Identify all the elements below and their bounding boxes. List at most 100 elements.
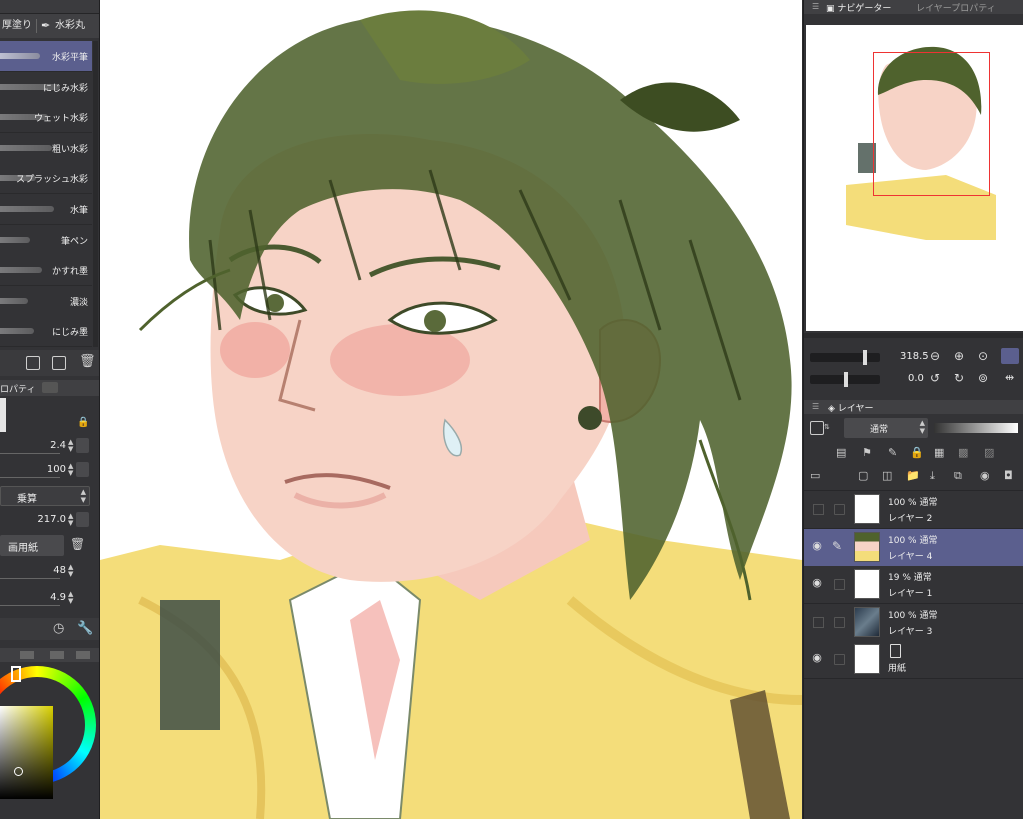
tab-color-slider[interactable]: [50, 651, 64, 659]
opacity-row[interactable]: 100 ▲ ▼: [0, 460, 92, 482]
brush-item[interactable]: スプラッシュ水彩: [0, 163, 92, 195]
tab-layer[interactable]: ◈ レイヤー: [828, 401, 874, 414]
layer-opacity-slider[interactable]: [934, 423, 1018, 433]
drawing-canvas[interactable]: [100, 0, 802, 819]
view-rectangle[interactable]: [873, 52, 990, 196]
rotation-value[interactable]: 0.0: [908, 373, 924, 384]
brush-size-slider[interactable]: [0, 453, 60, 454]
draft-icon[interactable]: ✎: [888, 446, 897, 459]
tab-tool-property[interactable]: ロパティ: [0, 382, 35, 395]
layer-row[interactable]: ◉ ✎ 100 % 通常 レイヤー 4: [804, 528, 1023, 567]
trash-icon[interactable]: 🗑: [79, 354, 96, 369]
new-folder-icon[interactable]: 📁: [906, 469, 920, 482]
brush-item[interactable]: 粗い水彩: [0, 132, 92, 164]
lock-transparency-icon[interactable]: ▦: [934, 446, 944, 459]
fit-window-button[interactable]: [1001, 348, 1019, 364]
zoom-in-icon[interactable]: ⊕: [954, 349, 964, 363]
new-vector-layer-icon[interactable]: ◫: [882, 469, 892, 482]
hue-marker[interactable]: [11, 666, 21, 682]
chevron-updown-icon[interactable]: ⇅: [824, 423, 830, 431]
value-b-row[interactable]: 4.9 ▲ ▼: [0, 588, 92, 610]
menu-icon[interactable]: ☰: [812, 2, 819, 11]
value-a[interactable]: 48: [53, 565, 66, 576]
rotate-right-icon[interactable]: ↻: [954, 371, 964, 385]
layer-mask-icon[interactable]: ◉: [980, 469, 990, 482]
wrench-icon[interactable]: 🔧: [77, 621, 93, 636]
opacity-settings-button[interactable]: [76, 462, 89, 477]
chevron-updown-icon[interactable]: ▲ ▼: [68, 591, 74, 605]
layer-lock-toggle[interactable]: [834, 654, 845, 665]
brush-size-row[interactable]: 2.4 ▲ ▼: [0, 436, 92, 458]
lock-icon[interactable]: 🔒: [77, 417, 89, 428]
zoom-out-icon[interactable]: ⊖: [930, 349, 940, 363]
zoom-value[interactable]: 318.5: [900, 351, 929, 362]
saturation-value-square[interactable]: [0, 706, 53, 799]
brush-item[interactable]: 筆ペン: [0, 224, 92, 256]
chevron-updown-icon[interactable]: ▲ ▼: [68, 463, 74, 477]
tab-color-history[interactable]: [76, 651, 90, 659]
lock-icon[interactable]: 🔒: [910, 446, 924, 459]
layer-row[interactable]: 100 % 通常 レイヤー 3: [804, 603, 1023, 642]
reset-icon[interactable]: ◷: [53, 621, 64, 636]
rotate-left-icon[interactable]: ↺: [930, 371, 940, 385]
transfer-down-icon[interactable]: ⤓: [930, 469, 935, 483]
size-settings-button[interactable]: [76, 438, 89, 453]
paper-texture-density-row[interactable]: 217.0 ▲ ▼: [0, 510, 92, 532]
eye-icon[interactable]: ◉: [810, 577, 824, 589]
brush-tab-impasto[interactable]: 厚塗り: [2, 17, 32, 35]
value-a-slider[interactable]: [0, 578, 60, 579]
rotation-slider[interactable]: [810, 372, 880, 387]
tab-navigator[interactable]: ▣ ナビゲーター: [826, 1, 891, 14]
mask-icon[interactable]: ▩: [958, 446, 968, 459]
layer-lock-toggle[interactable]: [834, 504, 845, 515]
brush-size-value[interactable]: 2.4: [50, 440, 66, 451]
copy-brush-icon[interactable]: [26, 356, 40, 370]
trash-icon[interactable]: 🗑: [70, 537, 85, 551]
paper-settings-button[interactable]: [76, 512, 89, 527]
brush-item[interactable]: 濃淡: [0, 285, 92, 317]
apply-mask-icon[interactable]: ◘: [1004, 469, 1013, 482]
reset-rotation-icon[interactable]: ⊚: [978, 371, 988, 385]
blend-mode-select[interactable]: 乗算 ▲ ▼: [0, 486, 90, 506]
brush-tab-watercolor-round[interactable]: 水彩丸: [55, 17, 85, 35]
layer-row[interactable]: ◉ 19 % 通常 レイヤー 1: [804, 566, 1023, 604]
brush-item[interactable]: にじみ墨: [0, 316, 92, 348]
eye-icon[interactable]: ◉: [810, 539, 824, 552]
eye-icon[interactable]: [813, 504, 824, 515]
brush-tab-icon[interactable]: ✒: [41, 17, 50, 35]
menu-icon[interactable]: ☰: [812, 402, 819, 411]
brush-item[interactable]: ウェット水彩: [0, 102, 92, 134]
merge-down-icon[interactable]: ⧉: [954, 469, 962, 483]
chevron-updown-icon[interactable]: ▲ ▼: [68, 513, 74, 527]
value-b[interactable]: 4.9: [50, 592, 66, 603]
opacity-slider[interactable]: [0, 477, 60, 478]
color-picker-cursor[interactable]: [14, 767, 23, 776]
navigator-preview[interactable]: [806, 25, 1023, 331]
reference-icon[interactable]: ⚑: [862, 446, 872, 459]
eye-icon[interactable]: ◉: [810, 652, 824, 664]
opacity-value[interactable]: 100: [47, 464, 66, 475]
layer-lock-toggle[interactable]: [834, 579, 845, 590]
tab-color-set[interactable]: [20, 651, 34, 659]
value-b-slider[interactable]: [0, 605, 60, 606]
duplicate-brush-icon[interactable]: [52, 356, 66, 370]
value-a-row[interactable]: 48 ▲ ▼: [0, 561, 92, 583]
layer-row[interactable]: 100 % 通常 レイヤー 2: [804, 491, 1023, 529]
brush-item[interactable]: 水彩平筆: [0, 41, 92, 72]
clip-icon[interactable]: ▤: [836, 446, 846, 459]
pencil-icon[interactable]: ✎: [832, 539, 842, 553]
eye-icon[interactable]: [813, 616, 824, 628]
tab-sub-tool-detail[interactable]: [42, 382, 58, 393]
flip-horizontal-icon[interactable]: ⇹: [1005, 371, 1014, 384]
tab-layer-property[interactable]: レイヤープロパティ: [916, 1, 996, 14]
layer-blend-mode-select[interactable]: 通常 ▲ ▼: [844, 418, 928, 438]
mask-disable-icon[interactable]: ▨: [984, 446, 994, 459]
layer-list-icon[interactable]: ▭: [810, 469, 820, 482]
fit-icon[interactable]: ⊙: [978, 349, 988, 363]
chevron-updown-icon[interactable]: ▲ ▼: [68, 439, 74, 453]
paper-texture-select[interactable]: 画用紙: [0, 535, 64, 556]
layer-color-icon[interactable]: [810, 421, 824, 435]
brush-item[interactable]: にじみ水彩: [0, 71, 92, 103]
new-raster-layer-icon[interactable]: ▢: [858, 469, 868, 482]
zoom-slider[interactable]: [810, 350, 880, 365]
